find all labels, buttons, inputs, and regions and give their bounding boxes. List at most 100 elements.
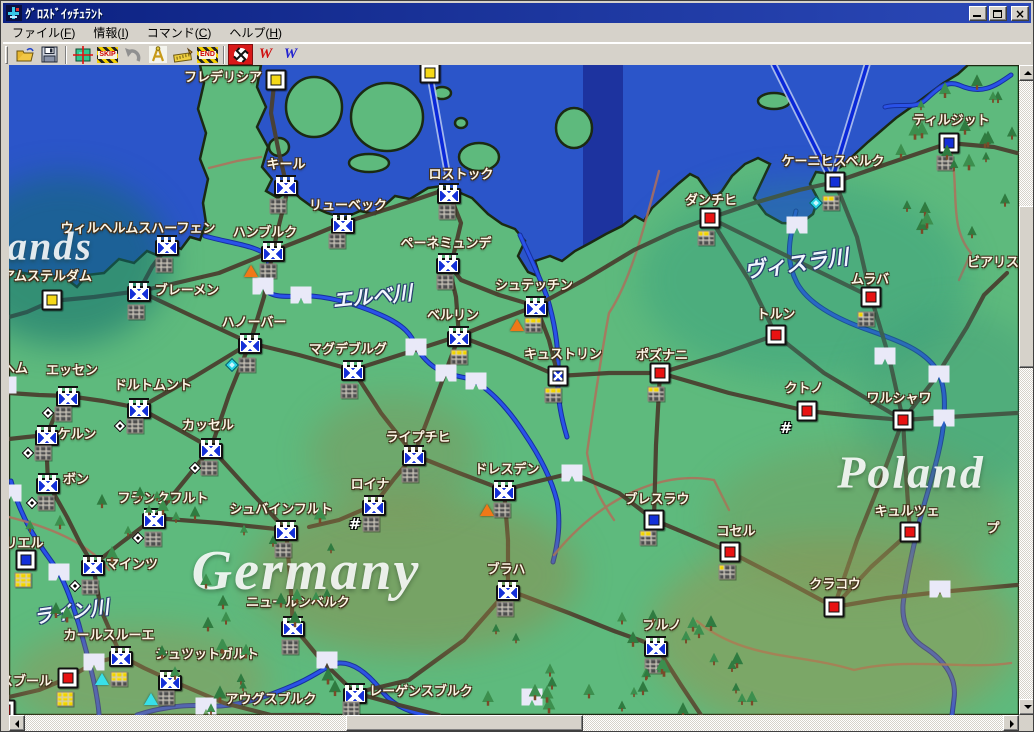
city-icon-factory[interactable] — [35, 430, 59, 446]
minimize-button[interactable] — [969, 6, 987, 21]
city-icon-yellow[interactable] — [42, 290, 63, 311]
city-icon-factory[interactable] — [447, 331, 471, 347]
city-icon-blue[interactable] — [825, 172, 846, 193]
city-icon-factory[interactable] — [127, 286, 151, 302]
unit-flag-marker[interactable] — [196, 698, 217, 715]
city-icon-red[interactable] — [824, 597, 845, 618]
city-icon-factory[interactable] — [261, 246, 285, 262]
city-icon-factory[interactable] — [274, 180, 298, 196]
city-icon-red[interactable] — [797, 401, 818, 422]
city-icon-factory[interactable] — [402, 450, 426, 466]
unit-flag-marker[interactable] — [934, 410, 955, 427]
city-icon-red[interactable] — [766, 325, 787, 346]
city-icon-yellow[interactable] — [420, 65, 441, 84]
city-label: スブール — [9, 671, 52, 690]
horizontal-scroll-thumb[interactable] — [346, 715, 583, 731]
scroll-left-button[interactable] — [9, 715, 25, 731]
unit-flag-marker[interactable] — [9, 485, 22, 502]
city-icon-red[interactable] — [58, 668, 79, 689]
unit-flag-marker[interactable] — [9, 377, 17, 394]
city-icon-factory[interactable] — [496, 585, 520, 601]
city-icon-factory[interactable] — [158, 675, 182, 691]
city-icon-yellow[interactable] — [266, 70, 287, 91]
map-viewport[interactable]: フレデリシアキールリューベックロストックペーネミュンデウィルヘルムスハーフェンハ… — [9, 65, 1019, 715]
city-icon-factory[interactable] — [36, 478, 60, 494]
city-icon-factory[interactable] — [56, 391, 80, 407]
unit-flag-marker[interactable] — [291, 287, 312, 304]
city-icon-factory[interactable] — [238, 338, 262, 354]
city-icon-blue[interactable] — [16, 550, 37, 571]
unit-flag-marker[interactable] — [436, 365, 457, 382]
ruler-button[interactable] — [170, 44, 195, 65]
unit-flag-marker[interactable] — [929, 366, 950, 383]
menu-info[interactable]: 情報(I) — [84, 22, 137, 43]
unit-flag-marker[interactable] — [875, 348, 896, 365]
city-icon-factory[interactable] — [362, 500, 386, 516]
undo-button[interactable] — [120, 44, 145, 65]
maximize-button[interactable] — [989, 6, 1007, 21]
tree-icon — [896, 144, 908, 159]
unit-flag-marker[interactable] — [49, 564, 70, 581]
city-icon-factory[interactable] — [331, 218, 355, 234]
w-blue-button[interactable]: W — [278, 44, 303, 65]
city-icon-red[interactable] — [861, 287, 882, 308]
unit-flag-marker[interactable] — [317, 652, 338, 669]
scroll-right-button[interactable] — [1003, 715, 1019, 731]
unit-flag-marker[interactable] — [787, 217, 808, 234]
center-map-button[interactable] — [70, 44, 95, 65]
vertical-scrollbar[interactable] — [1019, 65, 1034, 715]
city-label: ボン — [63, 469, 89, 488]
city-icon-red[interactable] — [893, 410, 914, 431]
skip-button[interactable]: SKIP — [95, 44, 120, 65]
scroll-up-button[interactable] — [1019, 65, 1034, 81]
city-icon-factory[interactable] — [524, 301, 548, 317]
city-icon-factory[interactable] — [155, 240, 179, 256]
city-icon-factory[interactable] — [341, 365, 365, 381]
scroll-down-button[interactable] — [1019, 699, 1034, 715]
unit-flag-marker[interactable] — [466, 373, 487, 390]
unit-flag-marker[interactable] — [84, 654, 105, 671]
white-diamond-marker — [132, 532, 145, 545]
city-icon-factory[interactable] — [492, 485, 516, 501]
city-label: アウグスブルク — [225, 689, 316, 708]
city-icon-factory[interactable] — [437, 188, 461, 204]
unit-flag-marker[interactable] — [930, 581, 951, 598]
city-icon-factory[interactable] — [81, 560, 105, 576]
w-red-button[interactable]: W — [253, 44, 278, 65]
close-button[interactable]: × — [1011, 6, 1029, 21]
city-icon-factory[interactable] — [644, 641, 668, 657]
city-icon-red[interactable] — [720, 542, 741, 563]
unit-flag-marker[interactable] — [562, 465, 583, 482]
tree-icon — [240, 525, 248, 536]
city-icon-blue[interactable] — [939, 133, 960, 154]
tree-icon — [492, 624, 500, 635]
menu-help[interactable]: ヘルプ(H) — [220, 22, 291, 43]
city-icon-factory[interactable] — [281, 621, 305, 637]
city-icon-red[interactable] — [650, 363, 671, 384]
toolbar-grip[interactable] — [5, 46, 8, 64]
city-label: キュルツェ — [874, 501, 939, 520]
city-icon-bluex[interactable] — [548, 366, 569, 387]
unit-flag-marker[interactable] — [253, 278, 274, 295]
vertical-scroll-thumb[interactable] — [1019, 206, 1034, 368]
horizontal-scrollbar[interactable] — [9, 715, 1019, 731]
city-icon-factory[interactable] — [127, 403, 151, 419]
city-icon-blue[interactable] — [644, 510, 665, 531]
measure-button[interactable] — [145, 44, 170, 65]
menu-file[interactable]: ファイル(F) — [3, 22, 84, 43]
save-button[interactable] — [37, 44, 62, 65]
unit-flag-marker[interactable] — [522, 689, 543, 706]
city-icon-factory[interactable] — [199, 443, 223, 459]
menu-command[interactable]: コマンド(C) — [138, 22, 221, 43]
open-file-button[interactable] — [12, 44, 37, 65]
city-icon-red[interactable] — [700, 208, 721, 229]
city-icon-factory[interactable] — [142, 513, 166, 529]
unit-flag-marker[interactable] — [406, 339, 427, 356]
end-turn-button[interactable]: END — [195, 44, 220, 65]
city-icon-red[interactable] — [9, 700, 16, 716]
germany-flag-button[interactable] — [228, 44, 253, 65]
title-bar: ｸﾞﾛｽﾄﾞｲｯﾁｭﾗﾝﾄ × — [3, 3, 1031, 23]
city-icon-factory[interactable] — [436, 258, 460, 274]
city-icon-factory[interactable] — [109, 651, 133, 667]
city-icon-red[interactable] — [900, 522, 921, 543]
